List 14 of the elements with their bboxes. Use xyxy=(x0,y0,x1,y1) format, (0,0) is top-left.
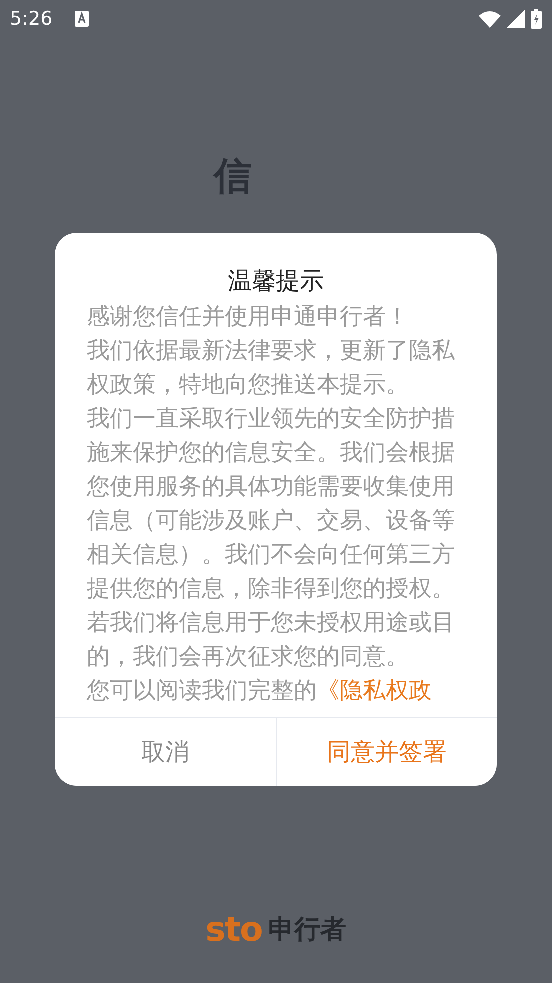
agree-button[interactable]: 同意并签署 xyxy=(276,718,497,786)
privacy-policy-link[interactable]: 《隐私权政 xyxy=(317,678,432,704)
dialog-paragraph: 感谢您信任并使用申通申行者！ xyxy=(87,303,410,332)
logo-name: 申行者 xyxy=(268,914,346,947)
dialog-title: 温馨提示 xyxy=(227,266,325,296)
wifi-icon xyxy=(479,10,501,28)
logo-wordmark: sto xyxy=(206,912,262,946)
dialog-paragraph: 我们一直采取行业领先的安全防护措施来保护您的信息安全。我们会根据您使用服务的具体功能需要收集使用信息（可能涉及账户、交易、设备等相关信息）。我们不会向任何第三方提供您的信息，除非得到您的授权。若我们将信息用于您未授权用途或目的，我们会再次征求您的同意。 xyxy=(87,405,456,672)
signal-icon xyxy=(507,10,525,28)
dialog-paragraph: 您可以阅读我们完整的《隐私权政 xyxy=(87,677,433,706)
keyboard-notification-icon xyxy=(74,11,89,27)
battery-icon xyxy=(531,9,542,29)
dialog-paragraph: 我们依据最新法律要求，更新了隐私权政策，特地向您推送本提示。 xyxy=(87,337,456,400)
status-time: 5:26 xyxy=(10,8,53,30)
